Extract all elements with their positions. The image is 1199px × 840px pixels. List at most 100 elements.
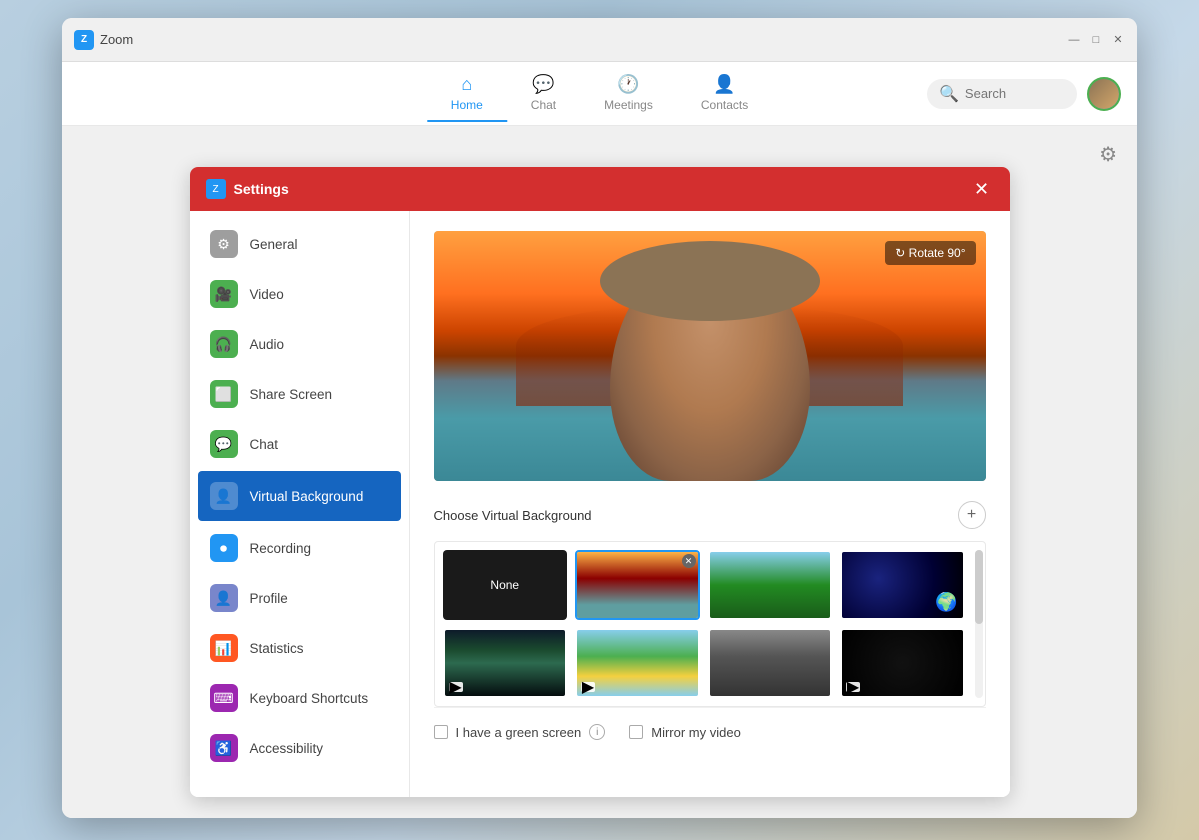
recording-icon: ⏺ bbox=[210, 534, 238, 562]
green-screen-checkbox[interactable] bbox=[434, 725, 448, 739]
app-title: Zoom bbox=[100, 32, 133, 47]
sidebar-general-label: General bbox=[250, 237, 298, 252]
main-content: ⚙ Z Settings ✕ ⚙ General 🎥 Vi bbox=[62, 126, 1137, 818]
background-grid: None ✕ bbox=[443, 550, 977, 698]
sidebar-item-general[interactable]: ⚙ General bbox=[190, 219, 409, 269]
sidebar-recording-label: Recording bbox=[250, 541, 312, 556]
bg-garage[interactable] bbox=[708, 628, 833, 698]
sidebar-item-video[interactable]: 🎥 Video bbox=[190, 269, 409, 319]
search-icon: 🔍 bbox=[939, 84, 959, 104]
bg-none[interactable]: None bbox=[443, 550, 568, 620]
bg-space2[interactable]: ▶ bbox=[840, 628, 965, 698]
settings-body: ⚙ General 🎥 Video 🎧 Audio ⬜ Share Screen bbox=[190, 211, 1010, 797]
profile-icon: 👤 bbox=[210, 584, 238, 612]
tab-meetings-label: Meetings bbox=[604, 98, 653, 112]
video-preview: ↻ Rotate 90° bbox=[434, 231, 986, 481]
green-screen-label: I have a green screen bbox=[456, 725, 582, 740]
rotate-button[interactable]: ↻ Rotate 90° bbox=[885, 241, 975, 265]
sidebar-chat-label: Chat bbox=[250, 437, 279, 452]
tab-home[interactable]: ⌂ Home bbox=[427, 66, 507, 122]
sidebar-item-audio[interactable]: 🎧 Audio bbox=[190, 319, 409, 369]
video-icon: 🎥 bbox=[210, 280, 238, 308]
general-icon: ⚙ bbox=[210, 230, 238, 258]
gear-icon[interactable]: ⚙ bbox=[1099, 142, 1117, 167]
mirror-video-label: Mirror my video bbox=[651, 725, 741, 740]
sidebar-profile-label: Profile bbox=[250, 591, 288, 606]
contacts-icon: 👤 bbox=[713, 74, 735, 95]
sidebar-statistics-label: Statistics bbox=[250, 641, 304, 656]
avatar[interactable] bbox=[1087, 77, 1121, 111]
settings-header: Z Settings ✕ bbox=[190, 167, 1010, 211]
settings-sidebar: ⚙ General 🎥 Video 🎧 Audio ⬜ Share Screen bbox=[190, 211, 410, 797]
search-input[interactable] bbox=[965, 86, 1065, 101]
bg-space[interactable] bbox=[840, 550, 965, 620]
sidebar-item-accessibility[interactable]: ♿ Accessibility bbox=[190, 723, 409, 773]
sidebar-audio-label: Audio bbox=[250, 337, 285, 352]
bg-bridge[interactable]: ✕ bbox=[575, 550, 700, 620]
zoom-logo-icon: Z bbox=[74, 30, 94, 50]
keyboard-icon: ⌨ bbox=[210, 684, 238, 712]
sidebar-vbg-label: Virtual Background bbox=[250, 489, 364, 504]
app-logo: Z Zoom bbox=[74, 30, 133, 50]
virtual-bg-icon: 👤 bbox=[210, 482, 238, 510]
space2-video-badge: ▶ bbox=[846, 682, 860, 692]
bg-grass[interactable] bbox=[708, 550, 833, 620]
chat-settings-icon: 💬 bbox=[210, 430, 238, 458]
sidebar-item-keyboard[interactable]: ⌨ Keyboard Shortcuts bbox=[190, 673, 409, 723]
sidebar-share-label: Share Screen bbox=[250, 387, 333, 402]
sidebar-item-recording[interactable]: ⏺ Recording bbox=[190, 523, 409, 573]
green-screen-info-icon[interactable]: i bbox=[589, 724, 605, 740]
bg-beach[interactable]: ▶ bbox=[575, 628, 700, 698]
close-window-button[interactable]: ✕ bbox=[1111, 33, 1125, 47]
accessibility-icon: ♿ bbox=[210, 734, 238, 762]
bg-none-label: None bbox=[490, 578, 519, 592]
maximize-button[interactable]: □ bbox=[1089, 33, 1103, 47]
aurora-video-badge: ▶ bbox=[449, 682, 463, 692]
app-window: Z Zoom — □ ✕ ⌂ Home 💬 Chat 🕐 Meetings � bbox=[62, 18, 1137, 818]
bg-aurora[interactable]: ▶ bbox=[443, 628, 568, 698]
chat-nav-icon: 💬 bbox=[532, 74, 554, 95]
tab-meetings[interactable]: 🕐 Meetings bbox=[580, 66, 677, 122]
home-icon: ⌂ bbox=[461, 74, 472, 95]
tab-contacts[interactable]: 👤 Contacts bbox=[677, 66, 772, 122]
background-grid-container[interactable]: None ✕ bbox=[434, 541, 986, 707]
sidebar-item-chat[interactable]: 💬 Chat bbox=[190, 419, 409, 469]
checkbox-row: I have a green screen i Mirror my video bbox=[434, 707, 986, 756]
sidebar-video-label: Video bbox=[250, 287, 284, 302]
sidebar-item-share-screen[interactable]: ⬜ Share Screen bbox=[190, 369, 409, 419]
window-controls: — □ ✕ bbox=[1067, 33, 1125, 47]
add-background-button[interactable]: + bbox=[958, 501, 986, 529]
share-screen-icon: ⬜ bbox=[210, 380, 238, 408]
audio-icon: 🎧 bbox=[210, 330, 238, 358]
minimize-button[interactable]: — bbox=[1067, 33, 1081, 47]
tab-contacts-label: Contacts bbox=[701, 98, 748, 112]
tab-chat-label: Chat bbox=[531, 98, 556, 112]
settings-logo-icon: Z bbox=[206, 179, 226, 199]
settings-title: Settings bbox=[234, 181, 970, 197]
avatar-image bbox=[1089, 79, 1119, 109]
sidebar-item-virtual-background[interactable]: 👤 Virtual Background bbox=[198, 471, 401, 521]
statistics-icon: 📊 bbox=[210, 634, 238, 662]
chooser-header: Choose Virtual Background + bbox=[434, 501, 986, 529]
green-screen-option[interactable]: I have a green screen i bbox=[434, 724, 606, 740]
settings-modal: Z Settings ✕ ⚙ General 🎥 Video bbox=[190, 167, 1010, 797]
beach-video-badge: ▶ bbox=[581, 682, 595, 692]
settings-content: ↻ Rotate 90° Choose Virtual Background +… bbox=[410, 211, 1010, 797]
title-bar: Z Zoom — □ ✕ bbox=[62, 18, 1137, 62]
search-bar[interactable]: 🔍 bbox=[927, 79, 1077, 109]
settings-close-button[interactable]: ✕ bbox=[970, 177, 994, 201]
tab-home-label: Home bbox=[451, 98, 483, 112]
mirror-video-option[interactable]: Mirror my video bbox=[629, 725, 741, 740]
nav-bar: ⌂ Home 💬 Chat 🕐 Meetings 👤 Contacts 🔍 bbox=[62, 62, 1137, 126]
mirror-video-checkbox[interactable] bbox=[629, 725, 643, 739]
meetings-icon: 🕐 bbox=[617, 74, 639, 95]
scroll-thumb[interactable] bbox=[975, 550, 983, 624]
sidebar-keyboard-label: Keyboard Shortcuts bbox=[250, 691, 369, 706]
scroll-track bbox=[975, 550, 983, 698]
sidebar-item-profile[interactable]: 👤 Profile bbox=[190, 573, 409, 623]
tab-chat[interactable]: 💬 Chat bbox=[507, 66, 580, 122]
sidebar-item-statistics[interactable]: 📊 Statistics bbox=[190, 623, 409, 673]
sidebar-accessibility-label: Accessibility bbox=[250, 741, 324, 756]
remove-bridge-button[interactable]: ✕ bbox=[682, 554, 696, 568]
nav-tabs: ⌂ Home 💬 Chat 🕐 Meetings 👤 Contacts bbox=[427, 66, 772, 122]
